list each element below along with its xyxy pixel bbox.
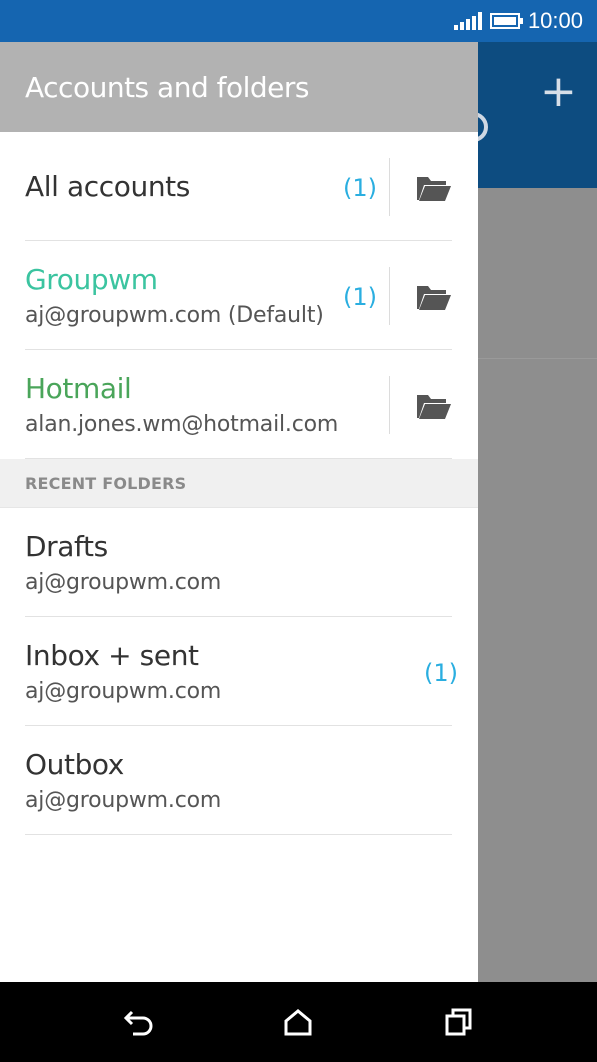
account-email: alan.jones.wm@hotmail.com (25, 412, 339, 437)
folder-name: Drafts (25, 530, 108, 563)
drawer-header: Accounts and folders (0, 42, 478, 132)
account-item-all-accounts[interactable]: All accounts (1) (25, 132, 452, 241)
section-title: RECENT FOLDERS (25, 473, 187, 493)
signal-icon (453, 12, 482, 30)
accounts-drawer: Accounts and folders All accounts (1) Gr… (0, 42, 478, 982)
background-divider (478, 358, 597, 359)
divider (389, 267, 390, 325)
divider (389, 376, 390, 434)
account-name: All accounts (25, 170, 190, 203)
back-icon[interactable] (121, 1004, 157, 1040)
account-item-groupwm[interactable]: Groupwm aj@groupwm.com (Default) (1) (25, 241, 452, 350)
battery-icon (489, 13, 523, 29)
account-name: Groupwm (25, 263, 158, 296)
unread-count: (1) (343, 174, 377, 202)
account-item-hotmail[interactable]: Hotmail alan.jones.wm@hotmail.com (25, 350, 452, 459)
status-bar: 10:00 (0, 0, 597, 42)
folder-account: aj@groupwm.com (25, 570, 222, 595)
folder-item-outbox[interactable]: Outbox aj@groupwm.com (25, 726, 452, 835)
status-icons: 10:00 (453, 0, 583, 42)
folder-account: aj@groupwm.com (25, 788, 222, 813)
open-folder-icon[interactable] (416, 283, 452, 311)
clock: 10:00 (527, 8, 583, 33)
add-icon[interactable]: + (540, 70, 577, 114)
open-folder-icon[interactable] (416, 174, 452, 202)
home-icon[interactable] (280, 1004, 316, 1040)
drawer-title: Accounts and folders (25, 70, 310, 104)
folder-item-inbox-sent[interactable]: Inbox + sent aj@groupwm.com (1) (25, 617, 458, 726)
open-folder-icon[interactable] (416, 392, 452, 420)
folder-item-drafts[interactable]: Drafts aj@groupwm.com (25, 508, 452, 617)
folder-name: Inbox + sent (25, 639, 199, 672)
account-name: Hotmail (25, 372, 132, 405)
divider (389, 158, 390, 216)
unread-count: (1) (343, 283, 377, 311)
folder-account: aj@groupwm.com (25, 679, 222, 704)
recents-icon[interactable] (440, 1004, 476, 1040)
navigation-bar (0, 982, 597, 1062)
recent-folders-header: RECENT FOLDERS (0, 459, 478, 508)
account-email: aj@groupwm.com (Default) (25, 303, 324, 328)
unread-count: (1) (424, 659, 458, 687)
folder-name: Outbox (25, 748, 124, 781)
